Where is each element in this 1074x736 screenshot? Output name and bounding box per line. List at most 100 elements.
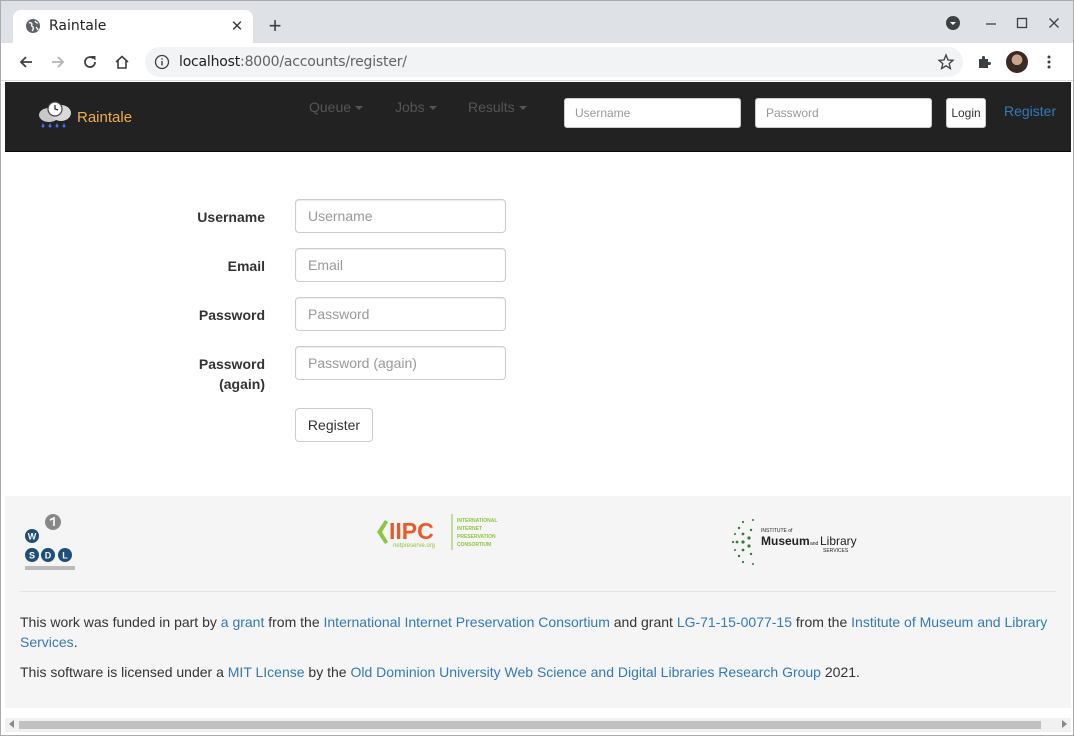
iipc-line-3: PRESERVATION — [457, 534, 496, 540]
home-button[interactable] — [110, 50, 134, 74]
login-button[interactable]: Login — [946, 98, 986, 128]
password-again-label-line1: Password — [198, 356, 265, 372]
menu-jobs[interactable]: Jobs — [395, 99, 437, 115]
wsdl-letter-l: L — [62, 551, 68, 561]
profile-avatar[interactable] — [1006, 51, 1028, 73]
address-bar[interactable]: localhost:8000/accounts/register/ — [145, 47, 963, 77]
iipc-link[interactable]: International Internet Preservation Cons… — [324, 614, 610, 630]
tab-strip: Raintale ✕ + — [1, 1, 1073, 43]
new-tab-button[interactable]: + — [263, 15, 287, 39]
globe-icon — [26, 19, 40, 33]
page-content: Raintale Queue Jobs Results Login Regist… — [5, 82, 1071, 718]
imls-services-text: SERVICES — [823, 548, 849, 554]
license-text-1: This software is licensed under a — [20, 664, 228, 680]
tab-close-icon[interactable]: ✕ — [227, 16, 247, 36]
password-row: Password — [5, 297, 1071, 331]
more-vert-icon — [1047, 55, 1051, 69]
menu-results-label: Results — [468, 99, 515, 115]
url-host: localhost — [179, 54, 241, 70]
funding-text-2: from the — [264, 614, 324, 630]
wsdl-letter-s: S — [29, 551, 35, 561]
close-window-button[interactable] — [1042, 11, 1066, 35]
password-input[interactable] — [295, 297, 506, 331]
wsdl-letter-w: W — [28, 532, 37, 542]
menu-button[interactable] — [1037, 50, 1061, 74]
footer: W S D L IIPC netpreserve.org INTERNATION… — [5, 496, 1071, 708]
wsdl-logo[interactable]: W S D L — [21, 512, 79, 574]
forward-button[interactable] — [46, 50, 70, 74]
raincloud-clock-logo-icon — [39, 101, 71, 128]
browser-tab[interactable]: Raintale ✕ — [13, 10, 253, 43]
bookmark-star-icon[interactable] — [937, 53, 955, 71]
home-icon — [115, 55, 129, 69]
password-again-label: Password (again) — [199, 354, 265, 394]
username-label: Username — [197, 209, 265, 225]
iipc-line-2: INTERNET — [457, 526, 482, 532]
iipc-text: IIPC — [389, 518, 434, 544]
menu-queue-label: Queue — [309, 99, 352, 115]
brand-link[interactable]: Raintale — [37, 101, 132, 133]
scroll-right-icon[interactable] — [1062, 720, 1067, 728]
iipc-line-4: CONSORTIUM — [457, 542, 491, 548]
tab-title: Raintale — [49, 18, 107, 34]
grant-number-link[interactable]: LG-71-15-0077-15 — [677, 614, 792, 630]
password-again-input[interactable] — [295, 346, 506, 380]
brand-name: Raintale — [77, 108, 133, 126]
menu-jobs-label: Jobs — [395, 99, 425, 115]
browser-toolbar: localhost:8000/accounts/register/ — [1, 43, 1073, 81]
email-row: Email — [5, 248, 1071, 282]
imls-library-text: Library — [820, 534, 857, 548]
email-label: Email — [227, 258, 265, 274]
back-button[interactable] — [14, 50, 38, 74]
minimize-button[interactable] — [979, 11, 1003, 35]
register-submit-button[interactable]: Register — [295, 408, 373, 442]
email-input[interactable] — [295, 248, 506, 282]
odu-wsdl-link[interactable]: Old Dominion University Web Science and … — [350, 664, 821, 680]
reload-icon — [84, 56, 96, 68]
funding-text-3: and grant — [609, 614, 677, 630]
imls-museum-text: Museum — [761, 534, 810, 548]
maximize-icon — [1016, 17, 1028, 29]
navbar-username-input[interactable] — [564, 98, 741, 128]
site-navbar: Raintale Queue Jobs Results Login Regist… — [5, 82, 1071, 152]
chevron-down-circle-icon — [946, 16, 960, 30]
funding-text: This work was funded in part by a grant … — [20, 612, 1060, 652]
url-path: :8000/accounts/register/ — [240, 54, 407, 70]
iipc-line-1: INTERNATIONAL — [457, 518, 497, 524]
info-icon[interactable] — [154, 54, 170, 70]
minimize-icon — [986, 23, 996, 25]
menu-results[interactable]: Results — [468, 99, 527, 115]
browser-window: Raintale ✕ + localhost:8000/accounts/reg… — [0, 0, 1074, 736]
reload-button[interactable] — [78, 50, 102, 74]
imls-and-text: and — [810, 541, 819, 547]
password-again-label-line2: (again) — [219, 376, 265, 392]
scroll-left-icon[interactable] — [9, 720, 14, 728]
caret-down-icon — [355, 106, 364, 111]
username-row: Username — [5, 199, 1071, 233]
license-text-2: by the — [304, 664, 351, 680]
arrow-right-icon — [52, 56, 65, 68]
maximize-button[interactable] — [1010, 11, 1034, 35]
footer-divider — [20, 591, 1056, 592]
extensions-button[interactable] — [972, 50, 996, 74]
funding-text-4: from the — [792, 614, 852, 630]
grant-link[interactable]: a grant — [221, 614, 265, 630]
navbar-password-input[interactable] — [755, 98, 932, 128]
wsdl-letter-d: D — [45, 551, 52, 561]
caret-down-icon — [518, 106, 527, 111]
menu-queue[interactable]: Queue — [309, 99, 364, 115]
funding-text-5: . — [73, 634, 78, 650]
puzzle-icon — [979, 56, 991, 68]
imls-logo[interactable]: INSTITUTE of Museum and Library SERVICES — [731, 516, 861, 568]
license-text-3: 2021. — [820, 664, 860, 680]
scrollbar-thumb[interactable] — [19, 721, 1041, 729]
iipc-logo[interactable]: IIPC netpreserve.org INTERNATIONAL INTER… — [375, 512, 507, 552]
mit-license-link[interactable]: MIT LIcense — [228, 664, 305, 680]
horizontal-scrollbar[interactable] — [5, 718, 1071, 732]
register-link[interactable]: Register — [1004, 103, 1056, 119]
password-again-row: Password (again) — [5, 346, 1071, 396]
iipc-url: netpreserve.org — [393, 543, 435, 549]
arrow-left-icon — [19, 56, 32, 68]
tab-search-button[interactable] — [941, 11, 965, 35]
username-input[interactable] — [295, 199, 506, 233]
